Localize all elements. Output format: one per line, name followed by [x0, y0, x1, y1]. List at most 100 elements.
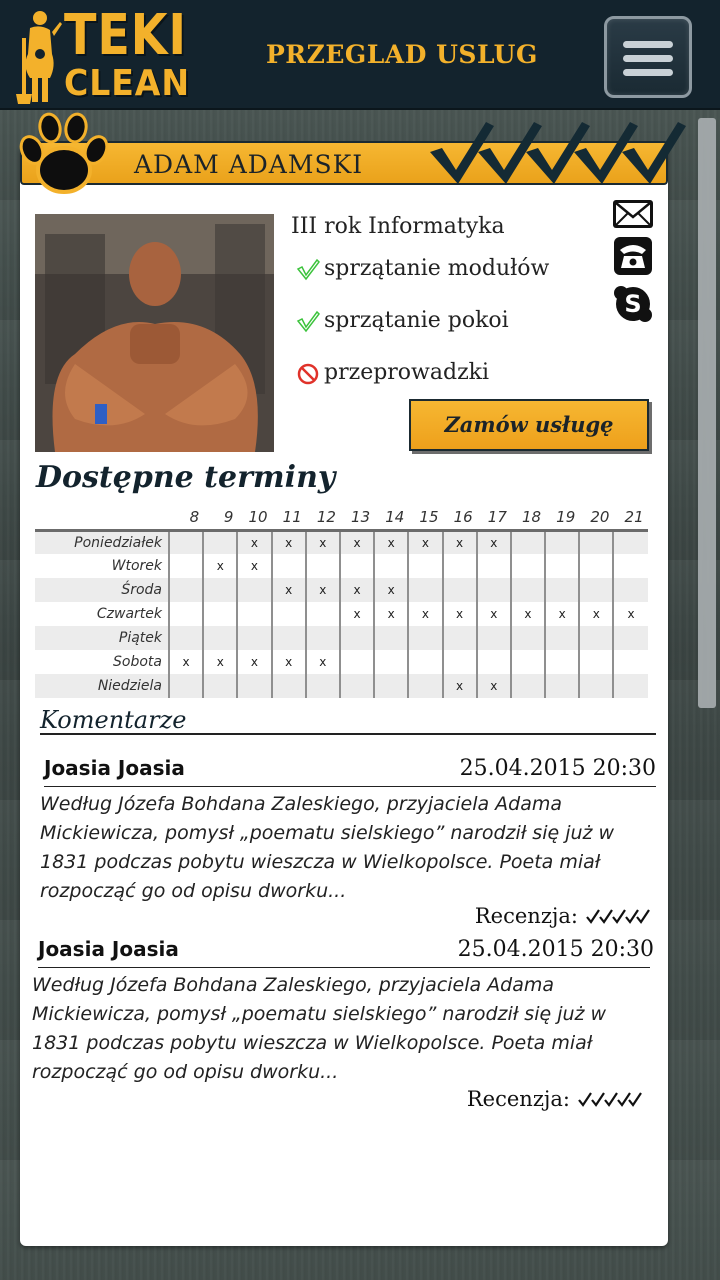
- schedule-slot[interactable]: [236, 602, 272, 626]
- schedule-slot[interactable]: [544, 674, 580, 698]
- schedule-slot[interactable]: [304, 674, 340, 698]
- schedule-slot[interactable]: [475, 650, 511, 674]
- schedule-slot[interactable]: [509, 674, 546, 698]
- schedule-slot[interactable]: [441, 554, 477, 578]
- schedule-slot[interactable]: x: [270, 650, 306, 674]
- schedule-slot[interactable]: [270, 602, 306, 626]
- schedule-slot[interactable]: x: [509, 602, 546, 626]
- schedule-slot[interactable]: x: [236, 554, 272, 578]
- schedule-slot[interactable]: x: [407, 530, 443, 554]
- schedule-slot[interactable]: [202, 674, 238, 698]
- schedule-slot[interactable]: x: [373, 530, 409, 554]
- schedule-slot[interactable]: [236, 674, 272, 698]
- schedule-slot[interactable]: [304, 602, 340, 626]
- schedule-slot[interactable]: [544, 530, 580, 554]
- schedule-slot[interactable]: [373, 650, 409, 674]
- schedule-slot[interactable]: [270, 626, 306, 650]
- schedule-slot[interactable]: [441, 650, 477, 674]
- schedule-slot[interactable]: [167, 554, 204, 578]
- schedule-slot[interactable]: [270, 554, 306, 578]
- schedule-slot[interactable]: x: [544, 602, 580, 626]
- schedule-slot[interactable]: [578, 530, 614, 554]
- schedule-slot[interactable]: [373, 626, 409, 650]
- schedule-slot[interactable]: x: [270, 530, 306, 554]
- schedule-slot[interactable]: x: [304, 530, 340, 554]
- schedule-slot[interactable]: [578, 554, 614, 578]
- schedule-slot[interactable]: x: [578, 602, 614, 626]
- schedule-slot[interactable]: x: [338, 602, 375, 626]
- schedule-slot[interactable]: x: [270, 578, 306, 602]
- schedule-slot[interactable]: x: [475, 530, 511, 554]
- schedule-slot[interactable]: x: [475, 674, 511, 698]
- schedule-slot[interactable]: [578, 626, 614, 650]
- schedule-slot[interactable]: [509, 626, 546, 650]
- schedule-slot[interactable]: x: [441, 674, 477, 698]
- order-service-button[interactable]: Zamów usługę: [409, 399, 649, 451]
- mail-icon[interactable]: [612, 198, 654, 230]
- schedule-slot[interactable]: [407, 650, 443, 674]
- schedule-slot[interactable]: [407, 626, 443, 650]
- schedule-slot[interactable]: x: [407, 602, 443, 626]
- schedule-slot[interactable]: x: [373, 578, 409, 602]
- schedule-slot[interactable]: [509, 650, 546, 674]
- schedule-slot[interactable]: [441, 578, 477, 602]
- schedule-slot[interactable]: [202, 530, 238, 554]
- schedule-slot[interactable]: [338, 674, 375, 698]
- schedule-slot[interactable]: x: [441, 530, 477, 554]
- schedule-slot[interactable]: [167, 530, 204, 554]
- schedule-slot[interactable]: x: [202, 554, 238, 578]
- schedule-slot[interactable]: [338, 626, 375, 650]
- schedule-slot[interactable]: [167, 626, 204, 650]
- schedule-slot[interactable]: [167, 602, 204, 626]
- schedule-slot[interactable]: [441, 626, 477, 650]
- schedule-slot[interactable]: [167, 578, 204, 602]
- schedule-slot[interactable]: [544, 650, 580, 674]
- schedule-slot[interactable]: [612, 530, 648, 554]
- schedule-slot[interactable]: [407, 674, 443, 698]
- schedule-slot[interactable]: [338, 650, 375, 674]
- schedule-slot[interactable]: [270, 674, 306, 698]
- schedule-slot[interactable]: x: [236, 530, 272, 554]
- schedule-slot[interactable]: [509, 578, 546, 602]
- schedule-slot[interactable]: [578, 578, 614, 602]
- menu-button[interactable]: [604, 16, 692, 98]
- schedule-slot[interactable]: [338, 554, 375, 578]
- schedule-slot[interactable]: [167, 674, 204, 698]
- schedule-slot[interactable]: [475, 626, 511, 650]
- schedule-slot[interactable]: [509, 554, 546, 578]
- schedule-slot[interactable]: [578, 650, 614, 674]
- schedule-slot[interactable]: [202, 626, 238, 650]
- schedule-slot[interactable]: [612, 578, 648, 602]
- schedule-slot[interactable]: [578, 674, 614, 698]
- schedule-slot[interactable]: x: [475, 602, 511, 626]
- logo[interactable]: TEKI CLEAN: [16, 6, 206, 106]
- schedule-slot[interactable]: [407, 578, 443, 602]
- schedule-slot[interactable]: [304, 626, 340, 650]
- schedule-slot[interactable]: [236, 578, 272, 602]
- schedule-slot[interactable]: x: [612, 602, 648, 626]
- schedule-slot[interactable]: [373, 674, 409, 698]
- schedule-slot[interactable]: [544, 578, 580, 602]
- schedule-slot[interactable]: [202, 602, 238, 626]
- schedule-slot[interactable]: [612, 626, 648, 650]
- schedule-slot[interactable]: [202, 578, 238, 602]
- schedule-slot[interactable]: [475, 554, 511, 578]
- schedule-slot[interactable]: [544, 626, 580, 650]
- schedule-slot[interactable]: [544, 554, 580, 578]
- skype-icon[interactable]: S: [612, 284, 654, 324]
- schedule-slot[interactable]: x: [441, 602, 477, 626]
- schedule-slot[interactable]: x: [373, 602, 409, 626]
- schedule-slot[interactable]: [373, 554, 409, 578]
- schedule-slot[interactable]: x: [167, 650, 204, 674]
- schedule-slot[interactable]: [304, 554, 340, 578]
- schedule-slot[interactable]: [509, 530, 546, 554]
- schedule-slot[interactable]: x: [202, 650, 238, 674]
- schedule-slot[interactable]: [612, 650, 648, 674]
- schedule-slot[interactable]: x: [338, 578, 375, 602]
- phone-icon[interactable]: [612, 236, 654, 276]
- schedule-slot[interactable]: [475, 578, 511, 602]
- schedule-slot[interactable]: x: [304, 578, 340, 602]
- schedule-slot[interactable]: x: [338, 530, 375, 554]
- schedule-slot[interactable]: x: [304, 650, 340, 674]
- schedule-slot[interactable]: [236, 626, 272, 650]
